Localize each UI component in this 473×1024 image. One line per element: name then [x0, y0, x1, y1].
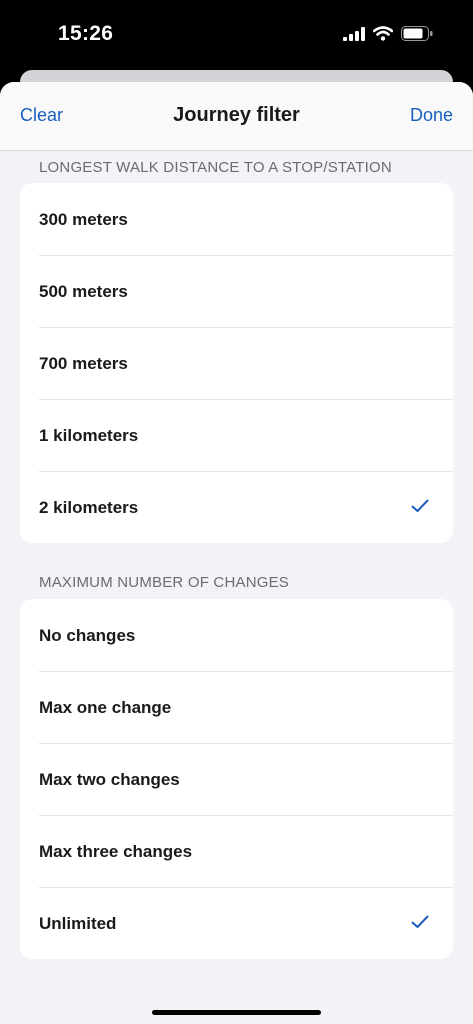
option-label: Max three changes: [39, 842, 193, 861]
changes-option-three[interactable]: Max three changes: [20, 815, 453, 887]
home-indicator[interactable]: [152, 1010, 321, 1015]
walk-distance-section-header: LONGEST WALK DISTANCE TO A STOP/STATION: [39, 159, 392, 176]
changes-section-header: MAXIMUM NUMBER OF CHANGES: [39, 574, 290, 591]
page-title: Journey filter: [173, 104, 300, 126]
option-label: 300 meters: [39, 210, 128, 229]
changes-option-none[interactable]: No changes: [20, 599, 453, 671]
option-label: Max one change: [39, 698, 172, 717]
changes-option-two[interactable]: Max two changes: [20, 743, 453, 815]
changes-option-unlimited[interactable]: Unlimited: [20, 887, 453, 959]
option-label: Max two changes: [39, 770, 180, 789]
journey-filter-sheet: Clear Journey filter Done LONGEST WALK D…: [0, 82, 473, 1024]
wifi-icon: [373, 26, 393, 41]
walk-option-700m[interactable]: 700 meters: [20, 327, 453, 399]
walk-option-2km[interactable]: 2 kilometers: [20, 471, 453, 543]
walk-distance-list: 300 meters 500 meters 700 meters 1 kilom…: [20, 183, 453, 543]
option-label: 700 meters: [39, 354, 128, 373]
walk-option-300m[interactable]: 300 meters: [20, 183, 453, 255]
walk-option-500m[interactable]: 500 meters: [20, 255, 453, 327]
option-label: Unlimited: [39, 914, 117, 933]
option-label: No changes: [39, 626, 136, 645]
navigation-bar: Clear Journey filter Done: [0, 82, 473, 151]
option-label: 1 kilometers: [39, 426, 139, 445]
status-icons: [343, 26, 433, 41]
checkmark-icon: [411, 915, 429, 928]
option-label: 500 meters: [39, 282, 128, 301]
walk-option-1km[interactable]: 1 kilometers: [20, 399, 453, 471]
done-button[interactable]: Done: [410, 105, 453, 126]
option-label: 2 kilometers: [39, 498, 139, 517]
cellular-signal-icon: [343, 26, 365, 41]
battery-icon: [401, 26, 433, 41]
status-bar: 15:26: [0, 0, 473, 70]
checkmark-icon: [411, 499, 429, 512]
status-time: 15:26: [58, 22, 114, 45]
changes-list: No changes Max one change Max two change…: [20, 599, 453, 959]
changes-option-one[interactable]: Max one change: [20, 671, 453, 743]
